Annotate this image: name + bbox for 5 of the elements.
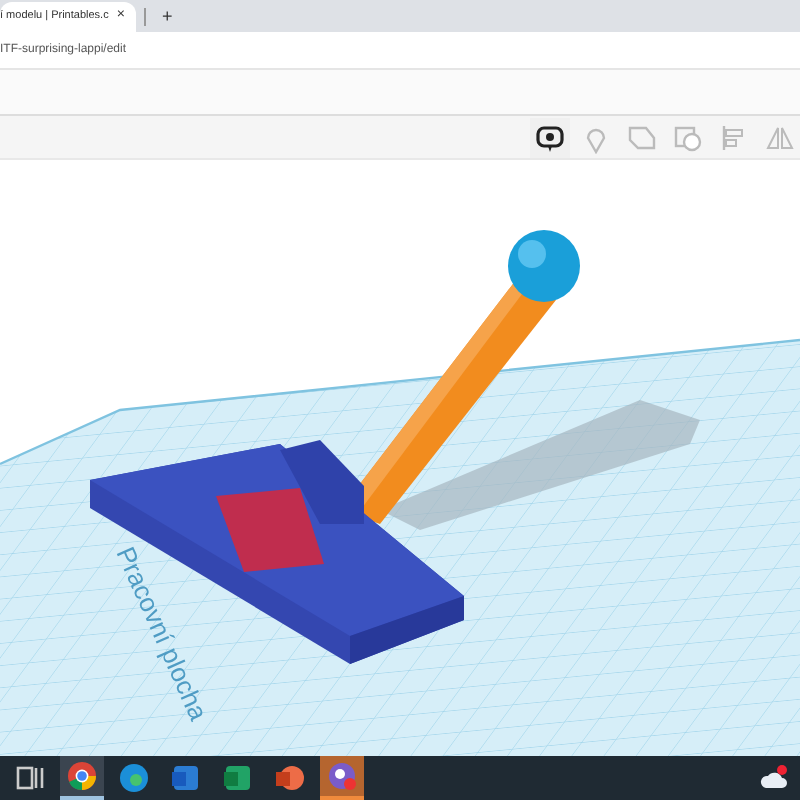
note-icon[interactable] <box>530 117 570 157</box>
weather-icon[interactable] <box>760 764 788 792</box>
new-tab-button[interactable]: + <box>162 3 173 30</box>
browser-icon[interactable] <box>60 756 104 800</box>
app-icon[interactable] <box>320 756 364 800</box>
